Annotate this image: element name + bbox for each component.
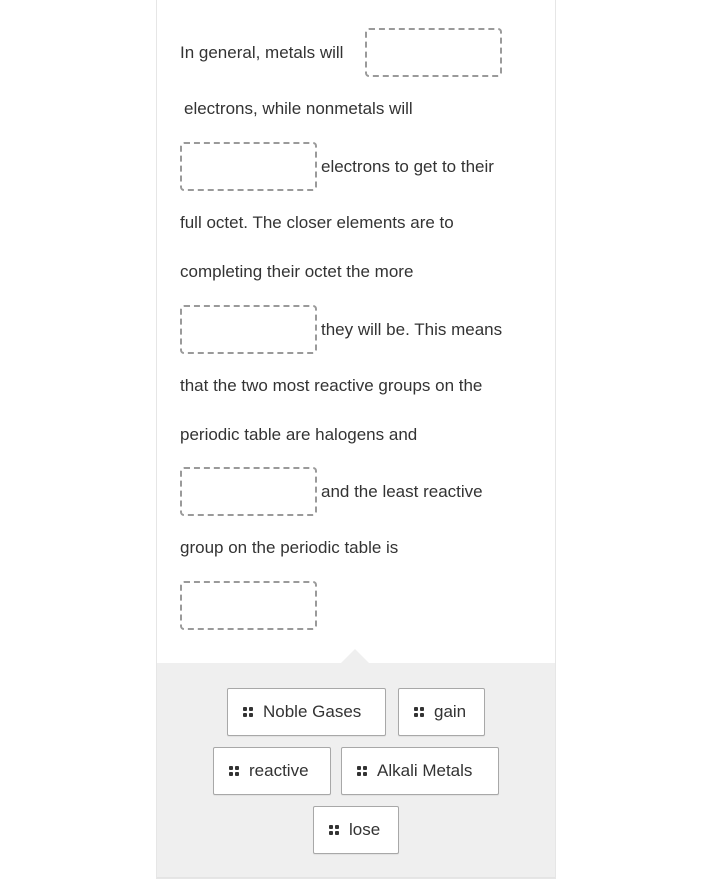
token-label: gain bbox=[434, 702, 467, 721]
passage-line: full octet. The closer elements are to bbox=[180, 213, 454, 232]
drop-zone-5[interactable] bbox=[180, 581, 317, 630]
drop-zone-4[interactable] bbox=[180, 467, 317, 516]
token-reactive[interactable]: reactive bbox=[213, 747, 331, 795]
token-label: Noble Gases bbox=[263, 702, 362, 721]
passage-line: In general, metals will bbox=[180, 43, 344, 62]
passage-line: electrons, while nonmetals will bbox=[184, 99, 413, 118]
drag-grip-icon bbox=[414, 707, 424, 717]
passage-line: electrons to get to their bbox=[321, 157, 494, 176]
passage-line: and the least reactive bbox=[321, 482, 483, 501]
passage-line: completing their octet the more bbox=[180, 262, 414, 281]
drag-grip-icon bbox=[329, 825, 339, 835]
passage-line: periodic table are halogens and bbox=[180, 425, 418, 444]
token-label: reactive bbox=[249, 761, 309, 780]
drag-grip-icon bbox=[357, 766, 367, 776]
token-gain[interactable]: gain bbox=[398, 688, 485, 736]
drop-zone-2[interactable] bbox=[180, 142, 317, 191]
drop-zone-3[interactable] bbox=[180, 305, 317, 354]
tray-pointer bbox=[341, 649, 369, 663]
token-label: lose bbox=[349, 820, 381, 839]
passage-line: they will be. This means bbox=[321, 320, 503, 339]
token-alkali-metals[interactable]: Alkali Metals bbox=[341, 747, 499, 795]
drag-grip-icon bbox=[243, 707, 253, 717]
passage-line: that the two most reactive groups on the bbox=[180, 376, 483, 395]
drag-grip-icon bbox=[229, 766, 239, 776]
token-noble-gases[interactable]: Noble Gases bbox=[227, 688, 386, 736]
drop-zone-1[interactable] bbox=[365, 28, 502, 77]
passage-line: group on the periodic table is bbox=[180, 538, 399, 557]
token-lose[interactable]: lose bbox=[313, 806, 399, 854]
token-label: Alkali Metals bbox=[377, 761, 473, 780]
